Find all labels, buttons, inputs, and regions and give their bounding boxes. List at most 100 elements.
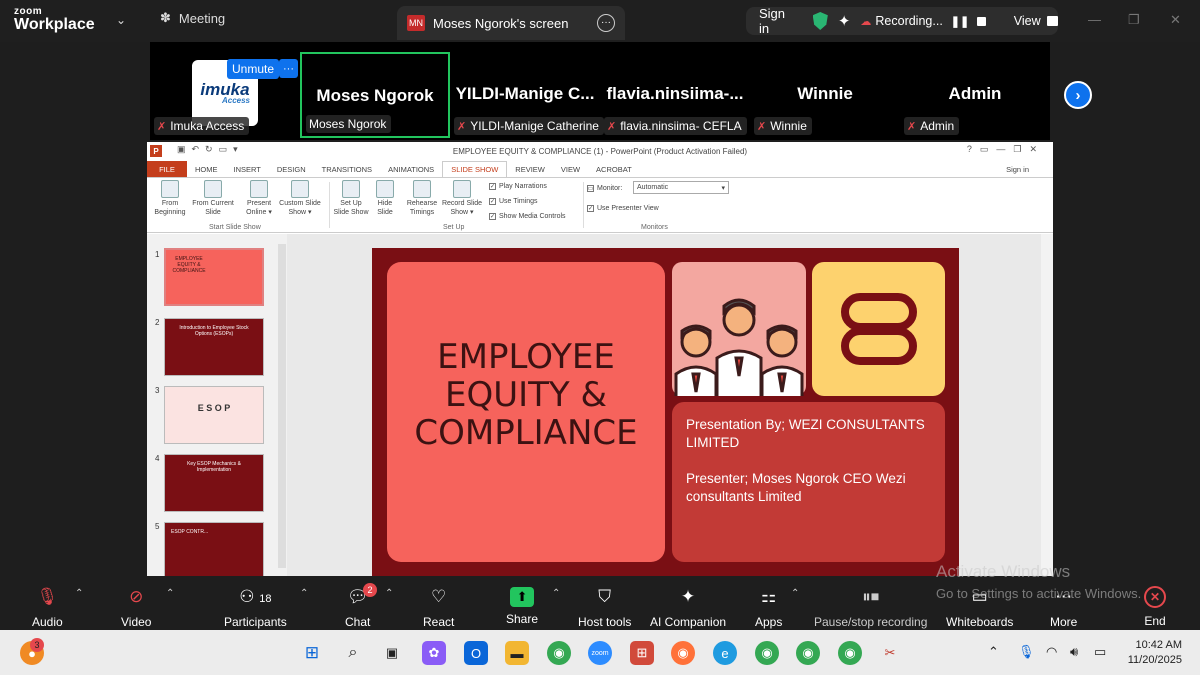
pause-stop-recording-button[interactable]: ⏸⏹ Pause/stop recording	[814, 576, 927, 630]
chrome-profile-icon[interactable]: ◉	[838, 641, 862, 665]
current-slide[interactable]: EMPLOYEE EQUITY & COMPLIANCE Presentatio…	[372, 248, 959, 576]
battery-icon[interactable]: ▭	[1094, 644, 1106, 660]
pause-icon[interactable]: ❚❚	[951, 15, 969, 28]
tab-slide-show[interactable]: SLIDE SHOW	[442, 161, 508, 177]
chevron-down-icon[interactable]: ⌄	[116, 13, 126, 27]
start-icon[interactable]: ⊞	[300, 641, 324, 665]
microphone-icon[interactable]: 🎙︎	[1018, 644, 1035, 660]
tab-transitions[interactable]: TRANSITIONS	[314, 161, 380, 177]
slide-thumbnail[interactable]: Introduction to Employee Stock Options (…	[164, 318, 264, 376]
participant-tile[interactable]: Winnie ✗ Winnie	[750, 52, 900, 138]
participants-button[interactable]: ⚇ 18 Participants	[224, 576, 287, 630]
play-narrations-checkbox[interactable]: ✓ Play Narrations	[489, 183, 547, 190]
participant-tile[interactable]: YILDI-Manige C... ✗ YILDI-Manige Catherin…	[450, 52, 604, 138]
ppt-window-controls[interactable]: ?▭—❐✕	[967, 144, 1045, 155]
apps-button[interactable]: ⚏ Apps	[755, 576, 782, 630]
participant-tile[interactable]: flavia.ninsiima-... ✗ flavia.ninsiima- CE…	[600, 52, 750, 138]
from-current-button[interactable]: From Current Slide	[191, 180, 235, 217]
hide-slide-button[interactable]: Hide Slide	[373, 180, 397, 217]
video-button[interactable]: ⊘ Video	[121, 576, 151, 630]
edge-icon[interactable]: e	[713, 641, 737, 665]
more-options-icon[interactable]: ···	[279, 59, 298, 78]
chevron-up-icon[interactable]: ⌃	[385, 588, 393, 599]
unmute-button[interactable]: Unmute	[227, 59, 280, 79]
present-online-button[interactable]: Present Online ▾	[241, 180, 277, 217]
slide-scrollbar[interactable]	[1041, 234, 1053, 576]
stop-icon[interactable]	[977, 16, 986, 26]
tab-home[interactable]: HOME	[187, 161, 226, 177]
chevron-up-icon[interactable]: ⌃	[988, 644, 999, 660]
participant-tile-active[interactable]: Moses Ngorok Moses Ngorok	[300, 52, 450, 138]
meeting-controls-pill: Sign in ✦ ☁ Recording... ❚❚ View	[746, 6, 1059, 36]
from-beginning-button[interactable]: From Beginning	[153, 180, 187, 217]
use-timings-checkbox[interactable]: ✓ Use Timings	[489, 198, 538, 205]
tab-view[interactable]: VIEW	[553, 161, 588, 177]
system-clock[interactable]: 10:42 AM 11/20/2025	[1128, 638, 1182, 668]
windows-taskbar: ● 3 ⊞ ⌕ ▣ ✿ O ▬ ◉ zoom ⊞ ◉ e ◉ ◉ ◉ ✂ ⌃ 🎙…	[0, 630, 1200, 675]
chevron-up-icon[interactable]: ⌃	[300, 588, 308, 599]
slide-thumbnail[interactable]: Key ESOP Mechanics & Implementation	[164, 454, 264, 512]
volume-icon[interactable]: 🔊︎	[1070, 644, 1078, 660]
chevron-up-icon[interactable]: ⌃	[75, 588, 83, 599]
share-button[interactable]: ⬆ Share	[506, 576, 538, 630]
ppt-sign-in[interactable]: Sign in	[1006, 165, 1029, 174]
react-button[interactable]: ♡ React	[423, 576, 454, 630]
presenter-view-checkbox[interactable]: ✓ Use Presenter View	[587, 205, 659, 212]
view-button[interactable]: View	[1014, 14, 1041, 28]
slide-thumbnail[interactable]: ESOP CONTR...	[164, 522, 264, 576]
chevron-up-icon[interactable]: ⌃	[791, 588, 799, 599]
group-monitors: Monitors	[641, 224, 668, 231]
copilot-icon[interactable]: ✿	[422, 641, 446, 665]
show-media-checkbox[interactable]: ✓ Show Media Controls	[489, 213, 566, 220]
record-show-button[interactable]: Record Slide Show ▾	[439, 180, 485, 217]
slide-thumbnail[interactable]: EMPLOYEE EQUITY & COMPLIANCE	[164, 248, 264, 306]
share-screen-tab[interactable]: MN Moses Ngorok's screen ···	[397, 6, 625, 40]
participants-label: Participants	[224, 615, 287, 629]
custom-show-button[interactable]: Custom Slide Show ▾	[277, 180, 323, 217]
meeting-label: Meeting	[178, 10, 226, 26]
participants-count: 18	[259, 593, 272, 605]
tab-design[interactable]: DESIGN	[269, 161, 314, 177]
chrome-profile-icon[interactable]: ◉	[755, 641, 779, 665]
shield-icon[interactable]	[812, 12, 828, 30]
minimize-icon[interactable]: —	[1088, 12, 1101, 27]
tab-file[interactable]: FILE	[147, 161, 187, 177]
end-button[interactable]: ✕ End	[1144, 576, 1166, 630]
slide-thumbnail[interactable]: E S O P	[164, 386, 264, 444]
outlook-icon[interactable]: O	[464, 641, 488, 665]
monitor-select[interactable]: Automatic ▾	[633, 181, 729, 194]
chevron-up-icon[interactable]: ⌃	[166, 588, 174, 599]
file-explorer-icon[interactable]: ▬	[505, 641, 529, 665]
more-options-icon[interactable]: ···	[597, 14, 615, 32]
recording-status[interactable]: ☁ Recording...	[860, 14, 942, 28]
chrome-icon[interactable]: ◉	[547, 641, 571, 665]
task-view-icon[interactable]: ▣	[380, 641, 404, 665]
sign-in-button[interactable]: Sign in	[759, 6, 797, 36]
tab-insert[interactable]: INSERT	[226, 161, 269, 177]
search-icon[interactable]: ⌕	[341, 641, 365, 665]
tab-animations[interactable]: ANIMATIONS	[380, 161, 442, 177]
close-icon[interactable]: ✕	[1170, 12, 1181, 28]
chrome-profile-icon[interactable]: ◉	[796, 641, 820, 665]
chevron-up-icon[interactable]: ⌃	[552, 588, 560, 599]
presenter-text: Presenter; Moses Ngorok CEO Wezi consult…	[686, 471, 906, 504]
setup-show-button[interactable]: Set Up Slide Show	[333, 180, 369, 217]
snipping-tool-icon[interactable]: ✂	[878, 641, 902, 665]
tab-acrobat[interactable]: ACROBAT	[588, 161, 640, 177]
wifi-icon[interactable]: ◠	[1046, 644, 1057, 660]
host-tools-button[interactable]: ⛉ Host tools	[578, 576, 631, 630]
firefox-icon[interactable]: ◉	[671, 641, 695, 665]
recording-label: Recording...	[875, 14, 943, 28]
meeting-tab[interactable]: ✽ Meeting	[160, 10, 225, 26]
rehearse-button[interactable]: Rehearse Timings	[404, 180, 440, 217]
thumbnails-scrollbar[interactable]	[278, 244, 286, 568]
tab-review[interactable]: REVIEW	[507, 161, 553, 177]
restore-icon[interactable]: ❐	[1128, 12, 1140, 28]
store-icon[interactable]: ⊞	[630, 641, 654, 665]
chevron-right-icon[interactable]: ›	[1064, 81, 1092, 109]
participant-tile[interactable]: Admin ✗ Admin	[900, 52, 1050, 138]
ai-sparkle-icon[interactable]: ✦	[838, 12, 851, 30]
ai-companion-button[interactable]: ✦ AI Companion	[650, 576, 726, 630]
audio-button[interactable]: 🎙︎ Audio	[32, 576, 63, 630]
zoom-icon[interactable]: zoom	[588, 641, 612, 665]
